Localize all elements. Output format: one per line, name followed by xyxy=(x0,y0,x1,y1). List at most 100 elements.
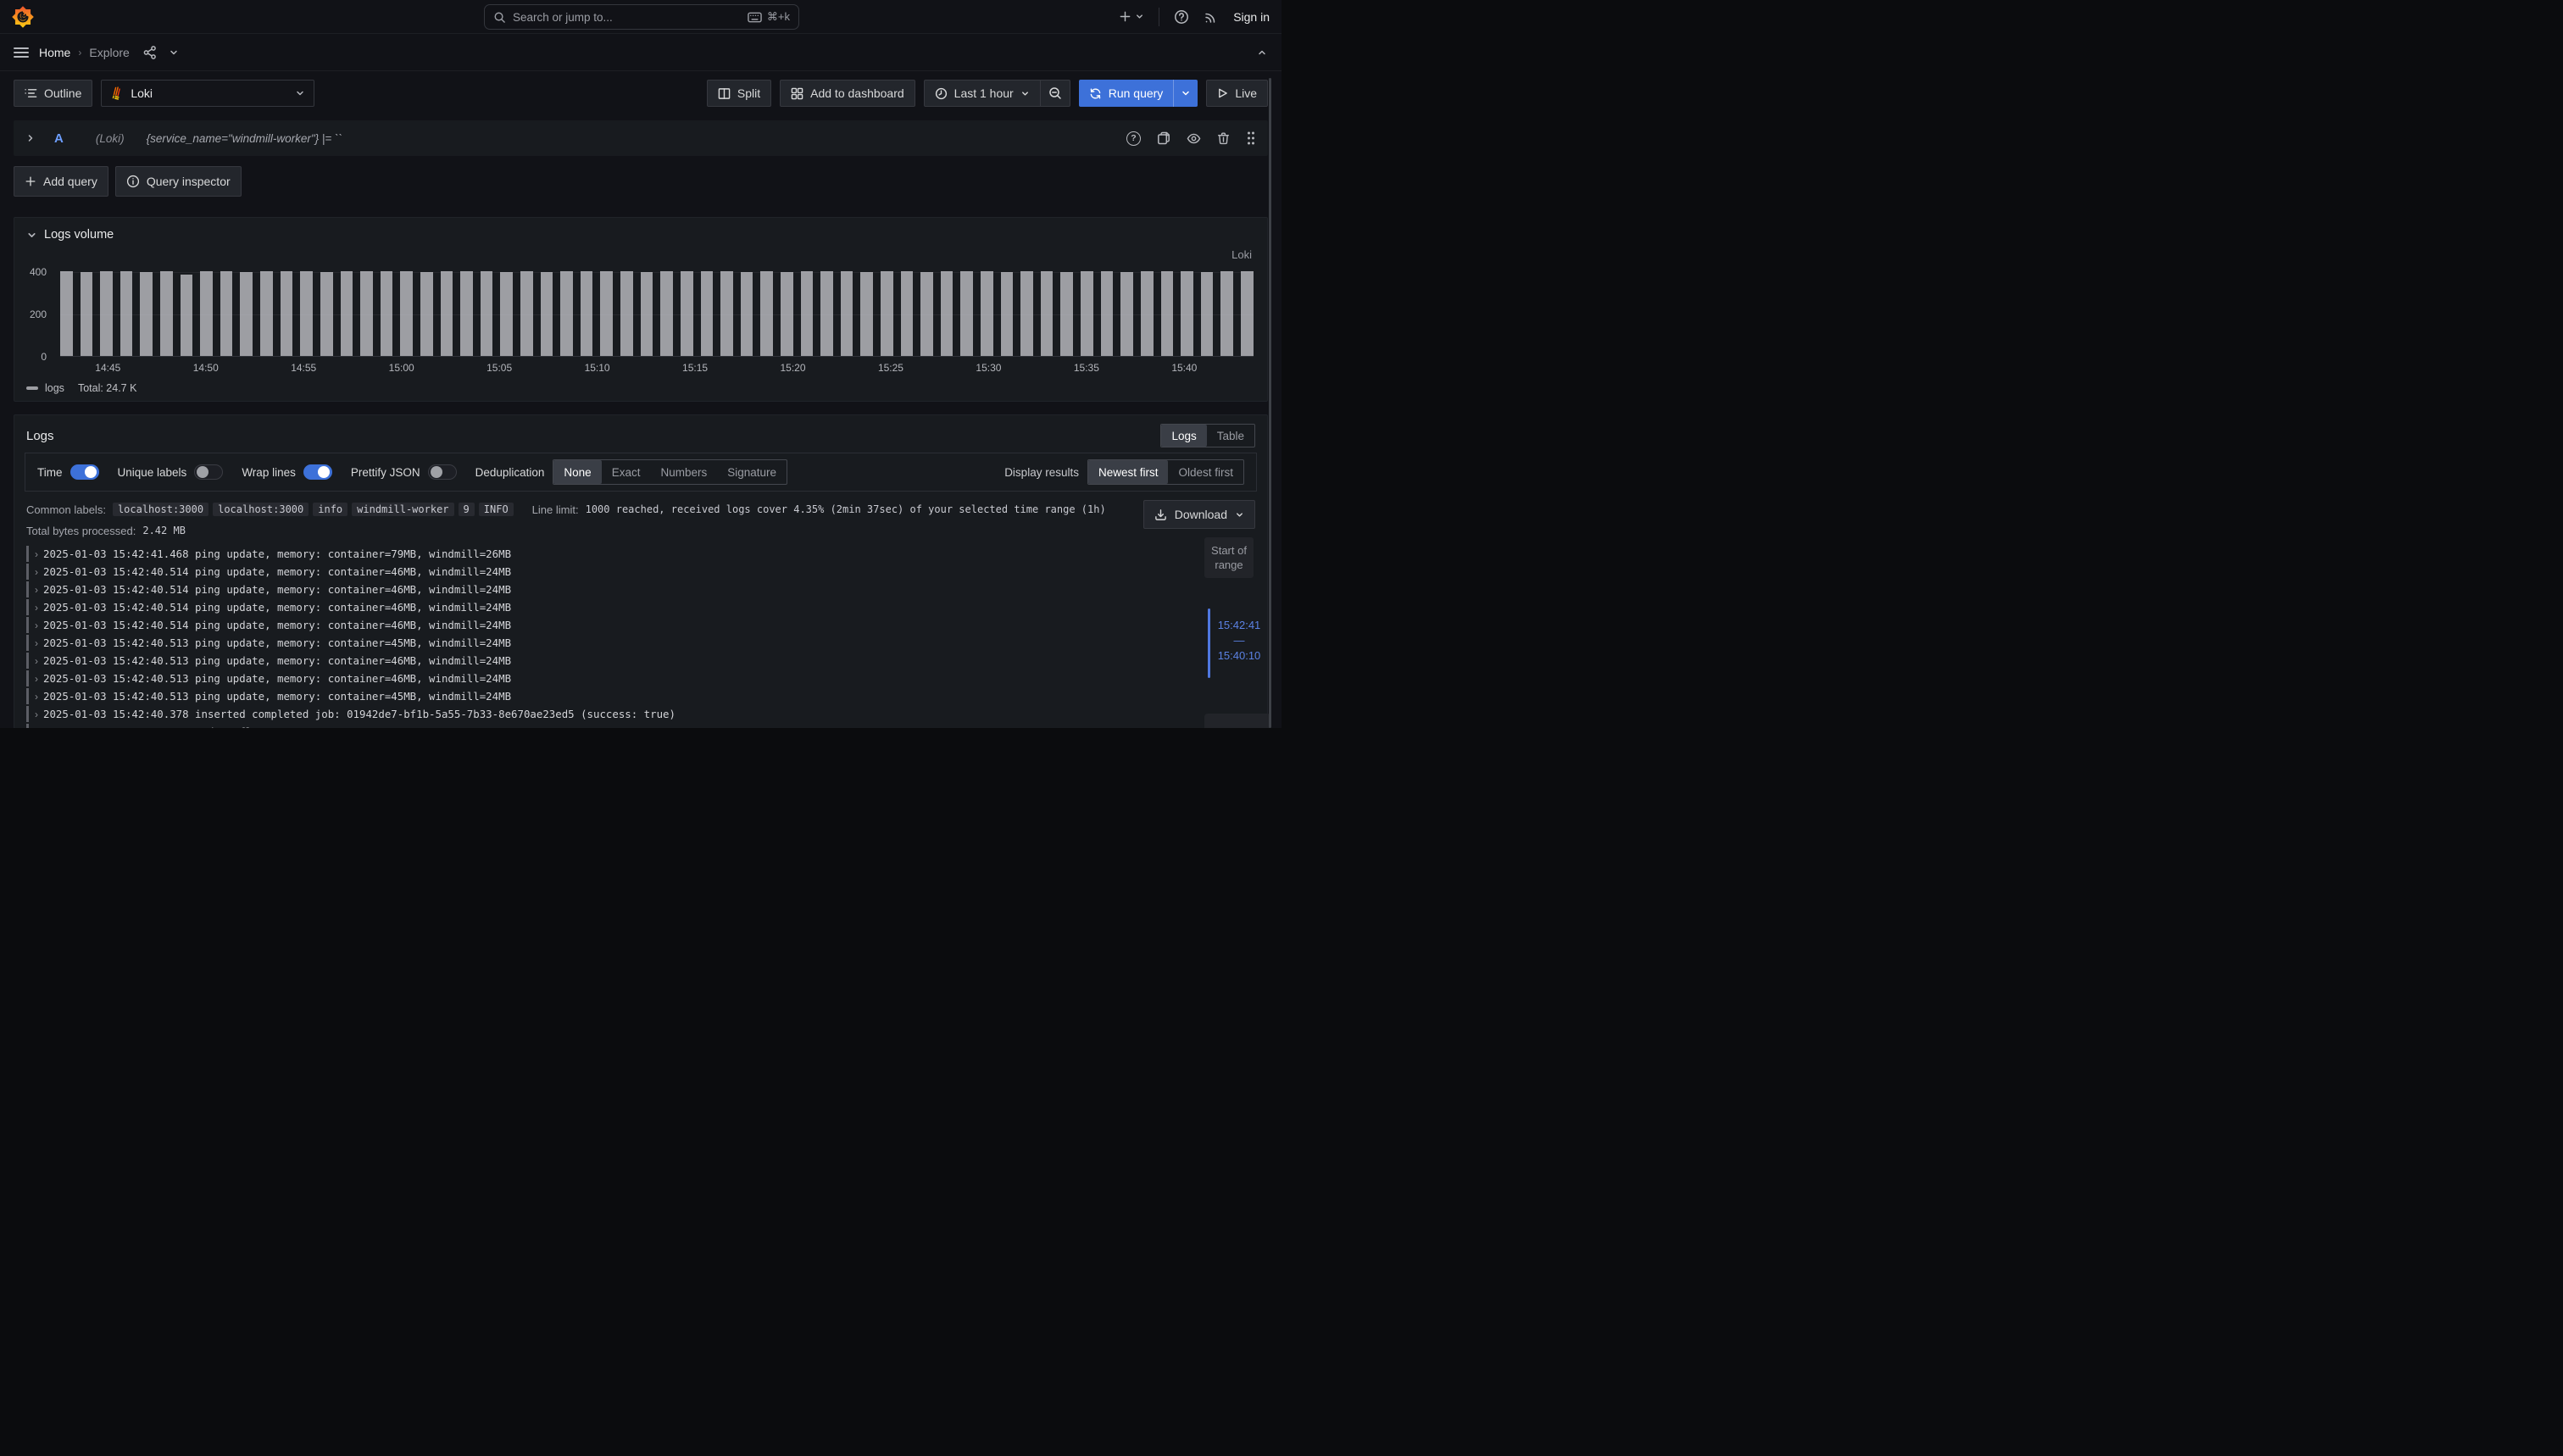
zoom-out-time-button[interactable] xyxy=(1041,80,1070,107)
log-level-bar xyxy=(26,617,29,633)
add-query-label: Add query xyxy=(43,175,97,188)
dedup-toggle-option-numbers[interactable]: Numbers xyxy=(650,460,717,484)
top-bar: ⌘+k Sign in xyxy=(0,0,1282,34)
query-help-icon[interactable]: ? xyxy=(1126,131,1141,146)
logs-table-toggle-option-table[interactable]: Table xyxy=(1207,425,1254,447)
log-row[interactable]: ›2025-01-03 15:42:40.513 ping update, me… xyxy=(26,634,1255,652)
legend-series-label[interactable]: logs xyxy=(45,382,64,394)
expand-query-button[interactable] xyxy=(25,133,36,143)
logs-panel-title: Logs xyxy=(26,429,54,443)
add-query-button[interactable]: Add query xyxy=(14,166,108,197)
logs-table-toggle: LogsTable xyxy=(1160,424,1255,447)
query-inspector-label: Query inspector xyxy=(147,175,231,188)
common-label-chip: info xyxy=(313,503,347,516)
toggle-prettify-json[interactable] xyxy=(428,464,457,480)
live-button[interactable]: Live xyxy=(1206,80,1268,107)
page-scrollbar[interactable] xyxy=(1269,78,1271,728)
log-row[interactable]: ›2025-01-03 15:42:40.514 ping update, me… xyxy=(26,581,1255,598)
log-row-text: 2025-01-03 15:42:41.468 ping update, mem… xyxy=(43,547,511,560)
query-inspector-button[interactable]: Query inspector xyxy=(115,166,242,197)
share-shortlink-button[interactable] xyxy=(143,46,157,59)
expand-log-row-icon[interactable]: › xyxy=(35,691,43,703)
grafana-logo-icon[interactable] xyxy=(12,6,34,28)
help-button[interactable] xyxy=(1174,9,1189,25)
expand-log-row-icon[interactable]: › xyxy=(35,637,43,649)
common-label-chip: localhost:3000 xyxy=(113,503,208,516)
logs-meta: Common labels: localhost:3000localhost:3… xyxy=(26,500,1255,538)
log-row[interactable]: ›2025-01-03 15:42:40.378 inserted comple… xyxy=(26,705,1255,723)
order-toggle-option-newest-first[interactable]: Newest first xyxy=(1088,460,1169,484)
log-row-text: 2025-01-03 15:42:40.513 ping update, mem… xyxy=(43,654,511,667)
log-row[interactable]: ›2025-01-03 15:42:40.371 update flow sta… xyxy=(26,723,1255,728)
log-level-bar xyxy=(26,670,29,686)
expand-log-row-icon[interactable]: › xyxy=(35,655,43,667)
download-button[interactable]: Download xyxy=(1143,500,1255,529)
logs-table-toggle-option-logs[interactable]: Logs xyxy=(1161,425,1206,447)
new-button[interactable] xyxy=(1119,10,1144,23)
search-input[interactable] xyxy=(513,11,741,24)
expand-log-row-icon[interactable]: › xyxy=(35,620,43,631)
log-row[interactable]: ›2025-01-03 15:42:40.513 ping update, me… xyxy=(26,687,1255,705)
duplicate-query-button[interactable] xyxy=(1157,131,1170,145)
expand-log-row-icon[interactable]: › xyxy=(35,602,43,614)
breadcrumb-home[interactable]: Home xyxy=(39,46,70,59)
log-row-text: 2025-01-03 15:42:40.514 ping update, mem… xyxy=(43,619,511,631)
toggle-query-visibility-button[interactable] xyxy=(1187,132,1201,145)
split-button[interactable]: Split xyxy=(707,80,771,107)
x-tick: 15:20 xyxy=(780,362,805,374)
log-row-text: 2025-01-03 15:42:40.513 ping update, mem… xyxy=(43,636,511,649)
log-row[interactable]: ›2025-01-03 15:42:41.468 ping update, me… xyxy=(26,545,1255,563)
toggle-unique-labels[interactable] xyxy=(194,464,223,480)
x-tick: 15:10 xyxy=(585,362,610,374)
log-level-bar xyxy=(26,564,29,580)
log-row[interactable]: ›2025-01-03 15:42:40.513 ping update, me… xyxy=(26,652,1255,670)
search-bar[interactable]: ⌘+k xyxy=(484,4,799,30)
mega-menu-button[interactable] xyxy=(14,46,29,59)
volume-bar xyxy=(181,275,193,356)
outline-button[interactable]: Outline xyxy=(14,80,92,107)
sign-in-button[interactable]: Sign in xyxy=(1233,10,1270,24)
expand-log-row-icon[interactable]: › xyxy=(35,709,43,720)
expand-log-row-icon[interactable]: › xyxy=(35,726,43,729)
collapse-toolbar-button[interactable] xyxy=(1256,47,1268,58)
expand-log-row-icon[interactable]: › xyxy=(35,673,43,685)
chart-plot xyxy=(60,265,1254,357)
order-toggle-option-oldest-first[interactable]: Oldest first xyxy=(1168,460,1243,484)
remove-query-button[interactable] xyxy=(1217,131,1230,145)
chevron-up-icon xyxy=(1256,47,1268,58)
outline-label: Outline xyxy=(44,86,81,100)
log-row[interactable]: ›2025-01-03 15:42:40.514 ping update, me… xyxy=(26,616,1255,634)
dedup-toggle-option-signature[interactable]: Signature xyxy=(717,460,787,484)
query-expression[interactable]: {service_name="windmill-worker"} |= `` xyxy=(147,132,342,145)
run-query-options-button[interactable] xyxy=(1173,80,1198,107)
dedup-toggle-option-none[interactable]: None xyxy=(553,460,601,484)
series-label[interactable]: Loki xyxy=(1231,248,1252,261)
datasource-picker[interactable]: Loki xyxy=(101,80,314,107)
run-query-button[interactable]: Run query xyxy=(1079,80,1174,107)
toggle-wrap-lines[interactable] xyxy=(303,464,332,480)
log-row[interactable]: ›2025-01-03 15:42:40.514 ping update, me… xyxy=(26,563,1255,581)
keyboard-icon xyxy=(748,12,762,23)
explore-toolbar: Outline Loki Spli xyxy=(0,71,1282,115)
share-options-button[interactable] xyxy=(169,47,179,58)
expand-log-row-icon[interactable]: › xyxy=(35,566,43,578)
log-row[interactable]: ›2025-01-03 15:42:40.514 ping update, me… xyxy=(26,598,1255,616)
query-ref-id: A xyxy=(54,131,64,146)
toggle-group-prettify-json: Prettify JSON xyxy=(351,464,457,480)
breadcrumb-explore[interactable]: Explore xyxy=(89,46,129,59)
time-range-button[interactable]: Last 1 hour xyxy=(924,80,1041,107)
toggle-time[interactable] xyxy=(70,464,99,480)
help-icon xyxy=(1174,9,1189,25)
add-to-dashboard-button[interactable]: Add to dashboard xyxy=(780,80,915,107)
news-button[interactable] xyxy=(1204,9,1219,25)
expand-log-row-icon[interactable]: › xyxy=(35,548,43,560)
dedup-toggle-option-exact[interactable]: Exact xyxy=(602,460,651,484)
logs-volume-header[interactable]: Logs volume xyxy=(14,228,1267,242)
y-tick: 0 xyxy=(41,351,47,363)
eye-icon xyxy=(1187,132,1201,145)
range-from: 15:42:41 xyxy=(1218,619,1261,631)
y-tick: 200 xyxy=(30,308,47,320)
log-row[interactable]: ›2025-01-03 15:42:40.513 ping update, me… xyxy=(26,670,1255,687)
drag-query-handle[interactable] xyxy=(1246,131,1256,146)
expand-log-row-icon[interactable]: › xyxy=(35,584,43,596)
